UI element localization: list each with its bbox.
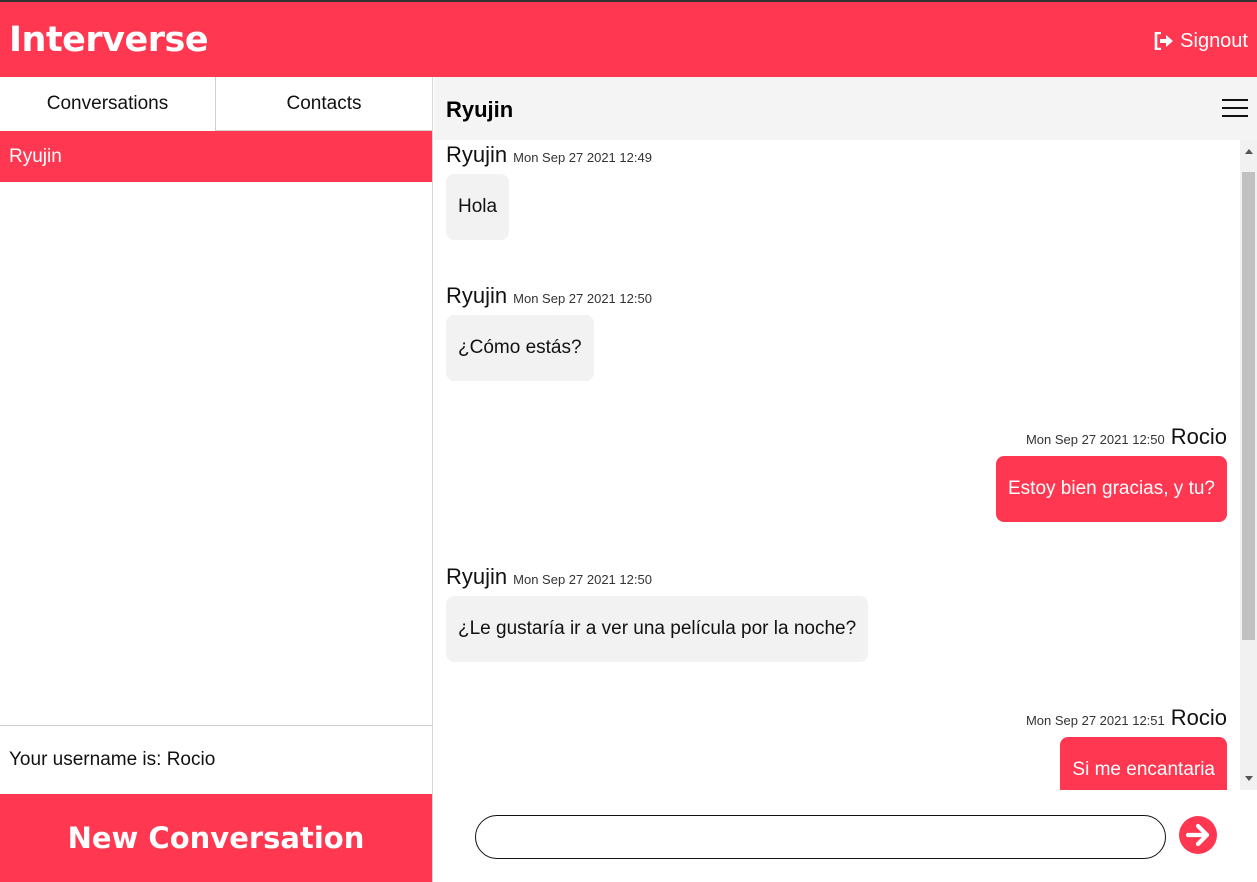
tab-conversations[interactable]: Conversations	[0, 77, 216, 131]
top-bar: Interverse Signout	[0, 0, 1257, 77]
scroll-down-icon[interactable]	[1245, 776, 1253, 781]
username-display: Your username is: Rocio	[0, 725, 432, 794]
sign-out-icon	[1154, 32, 1174, 50]
message-timestamp: Mon Sep 27 2021 12:50	[513, 572, 652, 587]
scrollbar-thumb[interactable]	[1242, 172, 1255, 640]
message-scrollbar[interactable]	[1240, 140, 1257, 790]
message-item: Mon Sep 27 2021 12:51 Rocio Si me encant…	[1026, 705, 1227, 790]
message-bubble: Si me encantaria	[1060, 737, 1227, 790]
sidebar: Conversations Contacts Ryujin Your usern…	[0, 77, 433, 882]
new-conversation-button[interactable]: New Conversation	[0, 794, 432, 882]
message-sender: Rocio	[1170, 705, 1227, 730]
tab-contacts[interactable]: Contacts	[216, 77, 432, 131]
app-brand: Interverse	[9, 20, 209, 60]
hamburger-menu-icon[interactable]	[1222, 99, 1248, 119]
message-item: Ryujin Mon Sep 27 2021 12:49 Hola	[446, 142, 652, 240]
scroll-up-icon[interactable]	[1245, 149, 1253, 154]
message-item: Ryujin Mon Sep 27 2021 12:50 ¿Cómo estás…	[446, 283, 652, 381]
send-button[interactable]	[1178, 815, 1218, 855]
signout-button[interactable]: Signout	[1154, 28, 1248, 54]
conversation-item-ryujin[interactable]: Ryujin	[0, 131, 432, 182]
message-sender: Ryujin	[446, 564, 508, 589]
message-bubble: ¿Cómo estás?	[446, 315, 594, 381]
message-input[interactable]	[475, 815, 1166, 859]
message-item: Mon Sep 27 2021 12:50 Rocio Estoy bien g…	[996, 424, 1227, 522]
message-sender: Ryujin	[446, 283, 508, 308]
message-bubble: Estoy bien gracias, y tu?	[996, 456, 1227, 522]
message-bubble: ¿Le gustaría ir a ver una película por l…	[446, 596, 869, 662]
message-bubble: Hola	[446, 174, 510, 240]
message-item: Ryujin Mon Sep 27 2021 12:50 ¿Le gustarí…	[446, 564, 869, 662]
message-list[interactable]: Ryujin Mon Sep 27 2021 12:49 Hola Ryujin…	[434, 140, 1240, 790]
message-sender: Ryujin	[446, 142, 508, 167]
signout-label: Signout	[1180, 29, 1248, 52]
sidebar-tabs: Conversations Contacts	[0, 77, 432, 131]
message-timestamp: Mon Sep 27 2021 12:51	[1025, 713, 1165, 728]
message-timestamp: Mon Sep 27 2021 12:50	[1025, 432, 1165, 447]
message-composer	[434, 790, 1257, 882]
message-timestamp: Mon Sep 27 2021 12:50	[513, 291, 652, 306]
arrow-right-circle-icon	[1179, 816, 1217, 854]
message-sender: Rocio	[1170, 424, 1227, 449]
chat-title: Ryujin	[446, 97, 514, 122]
message-timestamp: Mon Sep 27 2021 12:49	[513, 150, 652, 165]
chat-header: Ryujin	[434, 77, 1257, 140]
chat-panel: Ryujin Ryujin Mon Sep 27 2021 12:49 Hola…	[434, 77, 1257, 882]
